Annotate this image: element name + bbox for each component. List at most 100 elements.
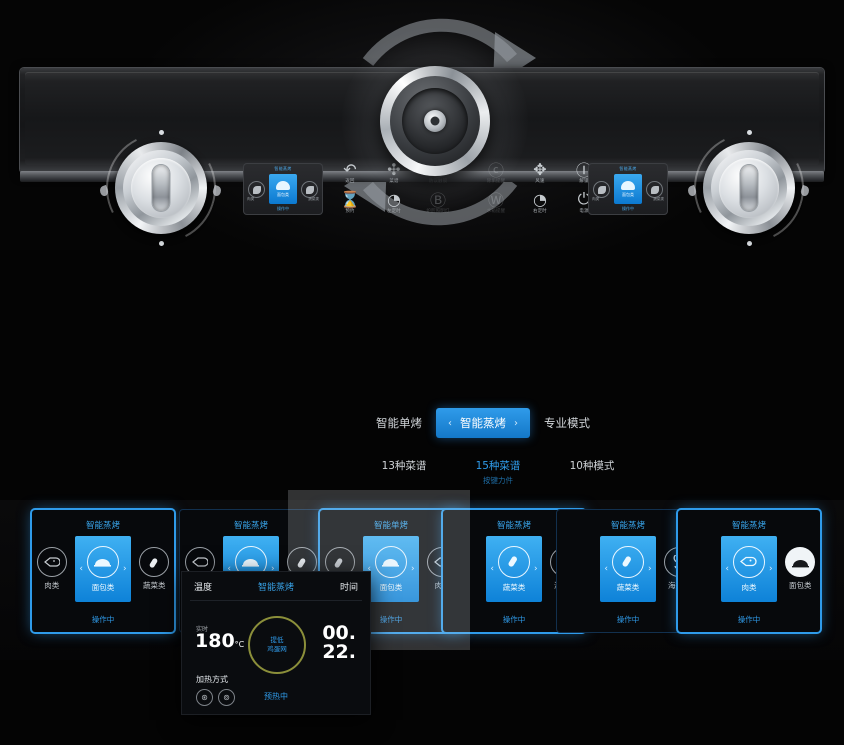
cooking-detail-popup[interactable]: 温度 智能蒸烤 时间 实时 180°C 提低 鸡蛋网 00. 22. 加热方式 …: [182, 572, 370, 714]
option-label: 面包类: [789, 581, 812, 590]
heating-method-label: 加热方式: [196, 675, 228, 684]
bread-icon: [448, 547, 478, 577]
ring-line-1: 提低: [270, 636, 284, 645]
mini-display-right-label: 蔬菜类: [653, 197, 664, 201]
subtitle-single-roast: 13种菜谱: [381, 460, 427, 472]
fish-icon: [732, 545, 765, 578]
key-reserve[interactable]: ⌛ 预约: [328, 188, 372, 218]
card-title: 智能单烤: [373, 521, 408, 531]
bread-icon: [785, 547, 816, 577]
mini-display-title: 智能蒸烤: [619, 166, 637, 171]
key-label: 右定时: [533, 208, 547, 214]
knob-tick-bottom: [158, 241, 164, 246]
tab-steam-roast[interactable]: ‹ 智能蒸烤 ›: [436, 408, 530, 438]
chevron-left-icon[interactable]: ‹: [725, 564, 729, 574]
bread-icon: [86, 545, 119, 578]
tab-single-roast[interactable]: 智能单烤: [362, 408, 436, 438]
mini-display-left-option[interactable]: [248, 181, 265, 198]
popup-status-ring[interactable]: 提低 鸡蛋网: [248, 616, 306, 674]
chevron-right-icon[interactable]: ›: [769, 564, 773, 574]
mini-display-title: 智能蒸烤: [274, 166, 292, 171]
knob-tick-bottom: [746, 241, 752, 246]
subtitle-secondary: 按键力件: [483, 476, 513, 485]
tab-pro-mode[interactable]: 专业模式: [530, 408, 604, 438]
mini-display-left-label: 肉类: [592, 197, 600, 201]
subtitle-pro-mode: 10种模式: [569, 460, 615, 472]
chevron-left-icon[interactable]: ‹: [79, 564, 83, 574]
popup-mode-header: 智能蒸烤: [257, 582, 294, 593]
mini-display-right-option[interactable]: [301, 181, 318, 198]
chevron-right-icon[interactable]: ›: [123, 564, 127, 574]
screen-card[interactable]: 智能蒸烤 海鲜类 ‹ 肉类 › 面包类 操作中: [678, 510, 820, 632]
key-label: 预约: [345, 208, 355, 214]
mini-display-center-tile[interactable]: 面包类: [269, 174, 297, 204]
tile-label: 面包类: [379, 582, 403, 592]
temp-number: 180: [195, 630, 235, 652]
mode-tabs: 智能单烤 ‹ 智能蒸烤 › 专业模式: [362, 408, 604, 438]
mode-subtitles: 13种菜谱 15种菜谱 按键力件 10种模式: [362, 458, 634, 486]
chevron-right-icon[interactable]: ›: [411, 564, 415, 574]
knob-slot-indicator: [740, 165, 758, 211]
chevron-right-icon[interactable]: ›: [648, 564, 652, 574]
card-center-tile[interactable]: ‹ 肉类 ›: [721, 536, 777, 602]
carrot-icon: [139, 547, 170, 577]
bread-icon: [276, 180, 290, 190]
card-center-tile[interactable]: ‹ 蔬菜类 ›: [600, 536, 656, 602]
popup-divider: [190, 600, 362, 601]
mode-tabs-zone: 智能单烤 ‹ 智能蒸烤 › 专业模式 13种菜谱 15种菜谱 按键力件 10种模…: [0, 390, 844, 500]
popup-header: 温度 智能蒸烤 时间: [182, 572, 370, 600]
chevron-left-icon[interactable]: ‹: [448, 418, 452, 429]
key-label: 返回: [345, 178, 355, 184]
key-label: 水箱提醒: [486, 208, 506, 214]
mini-display-left-option[interactable]: [593, 181, 610, 198]
card-center-tile[interactable]: ‹ 面包类 ›: [75, 536, 131, 602]
shrimp-icon: [683, 547, 713, 577]
mini-display-right-label: 蔬菜类: [308, 197, 319, 201]
chevron-right-icon[interactable]: ›: [514, 418, 518, 429]
page-root: 智能蒸烤 肉类 面包类 蔬菜类 操作中 ↶ 返回 ⌛ 预约 左定时 ✥ 风速 Ⓘ…: [0, 0, 844, 745]
popup-time-header: 时间: [339, 582, 358, 593]
fan-speed-icon: ✥: [533, 159, 547, 179]
card-center-tile[interactable]: ‹ 面包类 ›: [363, 536, 419, 602]
carrot-icon: [497, 545, 530, 578]
subtitle-steam-roast: 15种菜谱 按键力件: [446, 458, 550, 486]
temp-unit: °C: [234, 640, 245, 649]
key-fan-speed[interactable]: ✥ 风速: [518, 158, 562, 188]
chevron-right-icon[interactable]: ›: [534, 564, 538, 574]
option-label: 面包类: [565, 580, 588, 591]
card-left-option[interactable]: 肉类: [32, 547, 71, 591]
card-center-tile[interactable]: ‹ 蔬菜类 ›: [486, 536, 542, 602]
card-title: 智能蒸烤: [85, 521, 120, 531]
left-mini-display[interactable]: 智能蒸烤 肉类 面包类 蔬菜类 操作中: [243, 163, 323, 215]
mini-display-footer: 操作中: [277, 206, 289, 211]
hourglass-icon: ⌛: [340, 189, 360, 209]
fish-icon: [36, 547, 67, 577]
knob-slot-indicator: [152, 165, 170, 211]
card-footer: 操作中: [91, 615, 115, 624]
ring-line-2: 鸡蛋网: [267, 645, 287, 653]
tile-label: 面包类: [91, 582, 115, 592]
chevron-left-icon[interactable]: ‹: [604, 564, 608, 574]
carrot-icon: [305, 185, 314, 194]
mini-display-center-tile[interactable]: 面包类: [614, 174, 642, 204]
popup-temp-value: 180°C: [195, 630, 244, 652]
chevron-left-icon[interactable]: ‹: [490, 564, 494, 574]
right-mini-display[interactable]: 智能蒸烤 肉类 面包类 蔬菜类 操作中: [588, 163, 668, 215]
screen-card-strip: 智能蒸烤 肉类 ‹ 面包类 › 蔬菜类 操作中 智能蒸烤 ‹ › 智能单烤 ‹ …: [0, 500, 844, 660]
carrot-icon: [611, 545, 644, 578]
carrot-icon: [650, 185, 659, 194]
option-label: 蔬菜类: [143, 581, 166, 590]
right-burner-knob[interactable]: [679, 118, 819, 258]
card-right-option[interactable]: 面包类: [781, 547, 820, 591]
screen-card[interactable]: 智能蒸烤 肉类 ‹ 面包类 › 蔬菜类 操作中: [32, 510, 174, 632]
key-label: 左定时: [387, 208, 401, 214]
card-body: 海鲜类 ‹ 肉类 › 面包类: [678, 536, 820, 602]
subtitle-main: 15种菜谱: [475, 460, 521, 472]
key-label: 风速: [535, 178, 545, 184]
left-burner-knob[interactable]: [91, 118, 231, 258]
mini-display-right-option[interactable]: [646, 181, 663, 198]
key-timer-right[interactable]: ◔ 右定时: [518, 188, 562, 218]
center-rotary-knob[interactable]: [342, 28, 528, 214]
tile-label: 蔬菜类: [502, 582, 526, 592]
card-right-option[interactable]: 蔬菜类: [135, 547, 174, 591]
